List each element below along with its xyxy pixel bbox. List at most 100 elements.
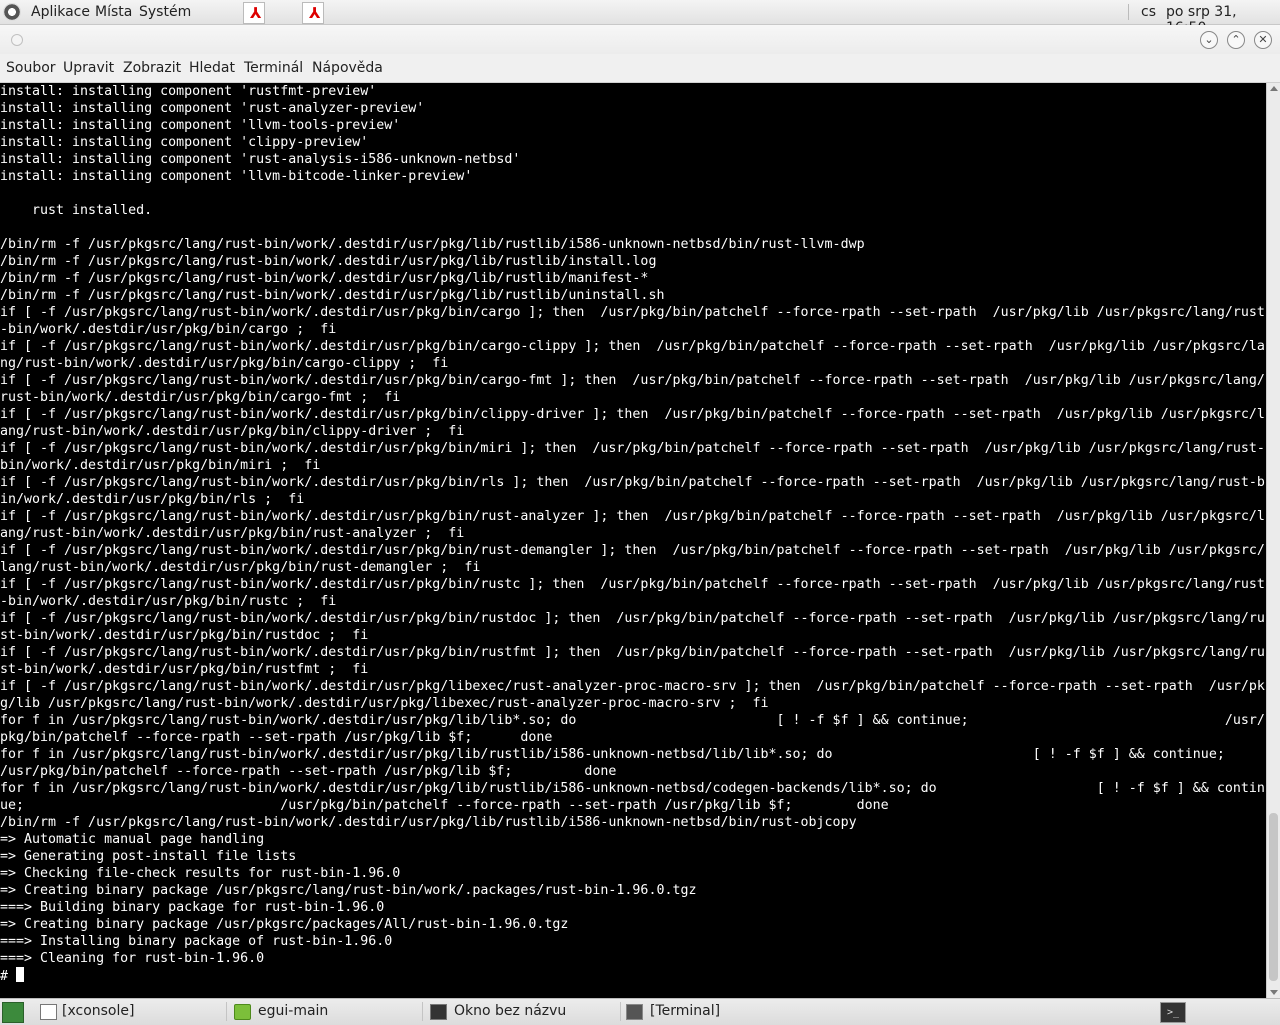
terminal-line: install: installing component 'rust-anal… (0, 152, 521, 167)
task-label: [xconsole] (62, 1003, 135, 1019)
terminal-line: bin/work/.destdir/usr/pkg/bin/miri ; fi (0, 458, 321, 473)
terminal-line: if [ -f /usr/pkgsrc/lang/rust-bin/work/.… (0, 679, 1265, 694)
menu-edit[interactable]: Upravit (63, 60, 114, 76)
menu-file[interactable]: Soubor (6, 60, 56, 76)
task-label: egui-main (258, 1003, 329, 1019)
scroll-up-icon[interactable] (1270, 86, 1278, 91)
folder-icon (234, 1004, 251, 1020)
terminal-menubar: Soubor Upravit Zobrazit Hledat Terminál … (0, 54, 1280, 83)
terminal-line: install: installing component 'rustfmt-p… (0, 84, 377, 99)
terminal-line: /bin/rm -f /usr/pkgsrc/lang/rust-bin/wor… (0, 237, 865, 252)
terminal-tray-icon[interactable]: >_ (1160, 1002, 1186, 1023)
distro-logo-icon[interactable] (3, 3, 21, 21)
terminal-line: install: installing component 'rust-anal… (0, 101, 425, 116)
terminal-line: if [ -f /usr/pkgsrc/lang/rust-bin/work/.… (0, 645, 1265, 660)
task-separator (226, 1002, 227, 1021)
terminal-line: for f in /usr/pkgsrc/lang/rust-bin/work/… (0, 781, 1265, 796)
terminal-line: st-bin/work/.destdir/usr/pkg/bin/rustdoc… (0, 628, 369, 643)
terminal-line: -bin/work/.destdir/usr/pkg/bin/rustc ; f… (0, 594, 337, 609)
terminal-line: install: installing component 'llvm-bitc… (0, 169, 473, 184)
close-icon[interactable]: ✕ (1254, 31, 1272, 49)
task-separator (422, 1002, 423, 1021)
terminal-line: if [ -f /usr/pkgsrc/lang/rust-bin/work/.… (0, 611, 1265, 626)
terminal-line: /bin/rm -f /usr/pkgsrc/lang/rust-bin/wor… (0, 254, 657, 269)
scrollbar-thumb[interactable] (1269, 813, 1278, 981)
top-panel: Aplikace Místa Systém ⅄ ⅄ cs po srp 31, … (0, 0, 1280, 36)
terminal-line: in/work/.destdir/usr/pkg/bin/rls ; fi (0, 492, 305, 507)
terminal-line: if [ -f /usr/pkgsrc/lang/rust-bin/work/.… (0, 543, 1265, 558)
terminal-line: install: installing component 'llvm-tool… (0, 118, 401, 133)
terminal-line: /bin/rm -f /usr/pkgsrc/lang/rust-bin/wor… (0, 288, 665, 303)
menu-search[interactable]: Hledat (189, 60, 235, 76)
terminal-line: ===> Cleaning for rust-bin-1.96.0 (0, 951, 265, 966)
pdf-reader-icon: ⅄ (309, 4, 321, 22)
task-terminal[interactable]: [Terminal] (620, 1001, 820, 1022)
terminal-line: => Generating post-install file lists (0, 849, 297, 864)
terminal-line: if [ -f /usr/pkgsrc/lang/rust-bin/work/.… (0, 577, 1265, 592)
terminal-line: /usr/pkg/bin/patchelf --force-rpath --se… (0, 764, 617, 779)
menu-help[interactable]: Nápověda (312, 60, 383, 76)
terminal-line: st-bin/work/.destdir/usr/pkg/bin/rustfmt… (0, 662, 369, 677)
terminal-line: -bin/work/.destdir/usr/pkg/bin/cargo ; f… (0, 322, 337, 337)
terminal-line: /bin/rm -f /usr/pkgsrc/lang/rust-bin/wor… (0, 271, 649, 286)
terminal-line: ng/rust-bin/work/.destdir/usr/pkg/bin/ca… (0, 356, 449, 371)
terminal-line: => Creating binary package /usr/pkgsrc/l… (0, 883, 697, 898)
terminal-line: if [ -f /usr/pkgsrc/lang/rust-bin/work/.… (0, 509, 1265, 524)
menu-system[interactable]: Systém (139, 4, 191, 20)
bottom-panel: [xconsole] egui-main Okno bez názvu [Ter… (0, 998, 1280, 1025)
terminal-line: rust installed. (0, 203, 153, 218)
pdf-reader-icon: ⅄ (250, 4, 262, 22)
terminal-line: pkg/bin/patchelf --force-rpath --set-rpa… (0, 730, 553, 745)
window-icon (40, 1004, 57, 1020)
terminal-line: => Automatic manual page handling (0, 832, 265, 847)
tray-separator (1128, 4, 1129, 20)
terminal-output[interactable]: install: installing component 'rustfmt-p… (0, 83, 1266, 998)
terminal-line: ue; /usr/pkg/bin/patchelf --force-rpath … (0, 798, 889, 813)
terminal-lines: install: installing component 'rustfmt-p… (0, 83, 1266, 967)
maximize-icon[interactable]: ⌃ (1227, 31, 1245, 49)
terminal-scrollbar[interactable] (1266, 83, 1280, 998)
scroll-down-icon[interactable] (1270, 990, 1278, 995)
terminal-line: for f in /usr/pkgsrc/lang/rust-bin/work/… (0, 713, 1265, 728)
terminal-line: if [ -f /usr/pkgsrc/lang/rust-bin/work/.… (0, 305, 1265, 320)
text-cursor (16, 967, 25, 982)
terminal-line: if [ -f /usr/pkgsrc/lang/rust-bin/work/.… (0, 441, 1265, 456)
terminal-line: => Checking file-check results for rust-… (0, 866, 401, 881)
terminal-line: ===> Building binary package for rust-bi… (0, 900, 385, 915)
terminal-line: ===> Installing binary package of rust-b… (0, 934, 393, 949)
minimize-icon[interactable]: ⌄ (1200, 31, 1218, 49)
terminal-line: ang/rust-bin/work/.destdir/usr/pkg/bin/c… (0, 424, 465, 439)
terminal-icon (430, 1004, 447, 1020)
task-okno-bez-nazvu[interactable]: Okno bez názvu (424, 1001, 618, 1022)
task-label: [Terminal] (650, 1003, 721, 1019)
terminal-line: install: installing component 'clippy-pr… (0, 135, 369, 150)
shell-prompt: # (0, 969, 17, 984)
terminal-icon (626, 1004, 643, 1020)
window-menu-icon[interactable] (11, 34, 23, 46)
terminal-line: ang/rust-bin/work/.destdir/usr/pkg/bin/r… (0, 526, 465, 541)
terminal-line: g/lib /usr/pkgsrc/lang/rust-bin/work/.de… (0, 696, 769, 711)
terminal-prompt-line[interactable]: # (0, 967, 1266, 985)
task-label: Okno bez názvu (454, 1003, 567, 1019)
terminal-line: for f in /usr/pkgsrc/lang/rust-bin/work/… (0, 747, 1225, 762)
menu-applications[interactable]: Aplikace (31, 4, 90, 20)
menu-places[interactable]: Místa (95, 4, 132, 20)
terminal-line: rust-bin/work/.destdir/usr/pkg/bin/cargo… (0, 390, 401, 405)
terminal-line: if [ -f /usr/pkgsrc/lang/rust-bin/work/.… (0, 407, 1265, 422)
keyboard-layout-indicator[interactable]: cs (1141, 4, 1156, 20)
terminal-line: if [ -f /usr/pkgsrc/lang/rust-bin/work/.… (0, 475, 1265, 490)
pdf-reader-launcher-2[interactable]: ⅄ (302, 2, 324, 24)
window-titlebar[interactable]: ⌄ ⌃ ✕ (0, 25, 1280, 54)
terminal-line: lang/rust-bin/work/.destdir/usr/pkg/bin/… (0, 560, 481, 575)
menu-terminal[interactable]: Terminál (244, 60, 303, 76)
pdf-reader-launcher[interactable]: ⅄ (243, 2, 265, 24)
terminal-line: => Creating binary package /usr/pkgsrc/p… (0, 917, 569, 932)
task-xconsole[interactable]: [xconsole] (34, 1001, 224, 1022)
show-desktop-icon[interactable] (2, 1002, 24, 1023)
menu-view[interactable]: Zobrazit (123, 60, 181, 76)
terminal-line: if [ -f /usr/pkgsrc/lang/rust-bin/work/.… (0, 373, 1265, 388)
terminal-line: if [ -f /usr/pkgsrc/lang/rust-bin/work/.… (0, 339, 1265, 354)
task-egui-main[interactable]: egui-main (228, 1001, 418, 1022)
